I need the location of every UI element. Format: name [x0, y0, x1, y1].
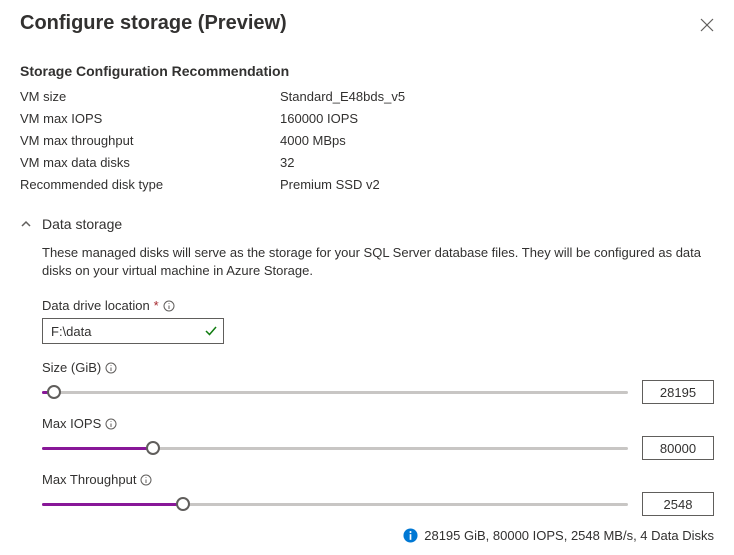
- recommendation-label: VM max throughput: [20, 133, 280, 148]
- required-indicator: *: [154, 298, 159, 313]
- recommendation-row: Recommended disk type Premium SSD v2: [20, 177, 714, 192]
- recommendation-label: Recommended disk type: [20, 177, 280, 192]
- recommendation-label: VM max IOPS: [20, 111, 280, 126]
- size-label: Size (GiB): [42, 360, 101, 375]
- recommendation-row: VM max throughput 4000 MBps: [20, 133, 714, 148]
- recommendation-label: VM max data disks: [20, 155, 280, 170]
- throughput-value-input[interactable]: [642, 492, 714, 516]
- iops-value-input[interactable]: [642, 436, 714, 460]
- slider-thumb[interactable]: [146, 441, 160, 455]
- recommendation-value: 4000 MBps: [280, 133, 346, 148]
- recommendation-heading: Storage Configuration Recommendation: [20, 63, 714, 79]
- recommendation-label: VM size: [20, 89, 280, 104]
- throughput-label: Max Throughput: [42, 472, 136, 487]
- size-value-input[interactable]: [642, 380, 714, 404]
- slider-thumb[interactable]: [176, 497, 190, 511]
- info-icon[interactable]: [140, 474, 152, 486]
- data-storage-title: Data storage: [42, 216, 122, 232]
- data-storage-description: These managed disks will serve as the st…: [42, 244, 714, 280]
- size-slider[interactable]: [42, 382, 628, 402]
- recommendation-section: Storage Configuration Recommendation VM …: [20, 63, 714, 192]
- recommendation-value: 32: [280, 155, 294, 170]
- recommendation-row: VM size Standard_E48bds_v5: [20, 89, 714, 104]
- recommendation-value: Premium SSD v2: [280, 177, 380, 192]
- check-icon: [204, 324, 218, 338]
- iops-label: Max IOPS: [42, 416, 101, 431]
- throughput-slider[interactable]: [42, 494, 628, 514]
- data-storage-toggle[interactable]: Data storage: [20, 216, 714, 232]
- info-icon[interactable]: [163, 300, 175, 312]
- chevron-up-icon: [20, 218, 32, 230]
- recommendation-value: Standard_E48bds_v5: [280, 89, 405, 104]
- recommendation-value: 160000 IOPS: [280, 111, 358, 126]
- slider-thumb[interactable]: [47, 385, 61, 399]
- drive-location-label: Data drive location: [42, 298, 150, 313]
- page-title: Configure storage (Preview): [20, 12, 287, 35]
- storage-summary: 28195 GiB, 80000 IOPS, 2548 MB/s, 4 Data…: [424, 528, 714, 543]
- info-icon[interactable]: [105, 362, 117, 374]
- iops-slider[interactable]: [42, 438, 628, 458]
- recommendation-row: VM max data disks 32: [20, 155, 714, 170]
- recommendation-row: VM max IOPS 160000 IOPS: [20, 111, 714, 126]
- close-icon[interactable]: [700, 18, 714, 32]
- info-icon: [403, 528, 418, 543]
- data-storage-section: Data storage These managed disks will se…: [20, 216, 714, 543]
- info-icon[interactable]: [105, 418, 117, 430]
- drive-location-input[interactable]: [42, 318, 224, 344]
